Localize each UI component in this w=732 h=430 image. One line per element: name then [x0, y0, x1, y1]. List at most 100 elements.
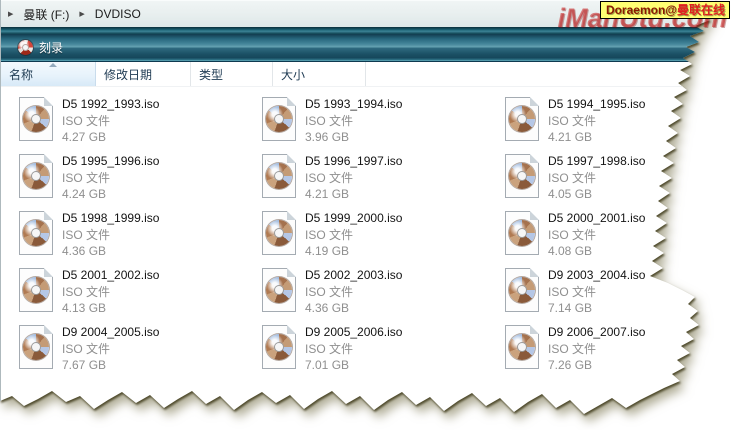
file-name: D5 1997_1998.iso	[548, 153, 645, 170]
uploader-label-prefix: Doraemon@	[606, 3, 677, 17]
file-size: 4.21 GB	[305, 186, 402, 202]
iso-file-icon	[19, 268, 53, 312]
file-meta: D5 1992_1993.iso ISO 文件 4.27 GB	[62, 96, 159, 145]
file-type: ISO 文件	[62, 113, 159, 129]
disc-icon	[23, 277, 49, 303]
file-item[interactable]: D9 2006_2007.iso ISO 文件 7.26 GB	[501, 322, 732, 379]
file-type: ISO 文件	[305, 227, 402, 243]
burn-button-label: 刻录	[39, 39, 63, 56]
file-name: D5 2002_2003.iso	[305, 267, 402, 284]
file-name: D5 2000_2001.iso	[548, 210, 645, 227]
file-item[interactable]: D5 1994_1995.iso ISO 文件 4.21 GB	[501, 94, 732, 151]
file-meta: D5 1995_1996.iso ISO 文件 4.24 GB	[62, 153, 159, 202]
explorer-window: ▶ 曼联 (F:) ▶ DVDISO 刻录 名称	[0, 0, 732, 430]
divider-band	[1, 27, 732, 34]
breadcrumb-folder[interactable]: DVDISO	[92, 5, 144, 23]
file-item[interactable]: D5 2002_2003.iso ISO 文件 4.36 GB	[258, 265, 501, 322]
file-type: ISO 文件	[548, 284, 645, 300]
file-size: 4.24 GB	[62, 186, 159, 202]
file-type: ISO 文件	[305, 284, 402, 300]
disc-icon	[23, 334, 49, 360]
iso-file-icon	[19, 97, 53, 141]
file-size: 7.14 GB	[548, 300, 645, 316]
disc-icon	[266, 277, 292, 303]
file-item[interactable]: D5 1992_1993.iso ISO 文件 4.27 GB	[15, 94, 258, 151]
torn-page-shadow: ▶ 曼联 (F:) ▶ DVDISO 刻录 名称	[0, 0, 732, 430]
uploader-label: Doraemon@曼联在线	[600, 1, 730, 19]
disc-icon	[509, 334, 535, 360]
sort-ascending-icon	[49, 63, 57, 67]
file-item[interactable]: D9 2005_2006.iso ISO 文件 7.01 GB	[258, 322, 501, 379]
breadcrumb-drive[interactable]: 曼联 (F:)	[20, 4, 72, 25]
file-item[interactable]: D5 1998_1999.iso ISO 文件 4.36 GB	[15, 208, 258, 265]
file-meta: D5 2000_2001.iso ISO 文件 4.08 GB	[548, 210, 645, 259]
file-type: ISO 文件	[305, 170, 402, 186]
disc-icon	[266, 220, 292, 246]
file-size: 4.36 GB	[62, 243, 159, 259]
file-meta: D5 2001_2002.iso ISO 文件 4.13 GB	[62, 267, 159, 316]
disc-icon	[509, 277, 535, 303]
iso-file-icon	[262, 97, 296, 141]
file-grid: D5 1992_1993.iso ISO 文件 4.27 GB D5 1993_…	[1, 87, 732, 379]
iso-file-icon	[505, 211, 539, 255]
column-header-label: 修改日期	[104, 66, 152, 83]
iso-file-icon	[262, 325, 296, 369]
column-header-label: 类型	[199, 66, 223, 83]
file-type: ISO 文件	[305, 341, 402, 357]
file-meta: D9 2003_2004.iso ISO 文件 7.14 GB	[548, 267, 645, 316]
file-size: 4.08 GB	[548, 243, 645, 259]
iso-file-icon	[19, 211, 53, 255]
file-size: 4.05 GB	[548, 186, 645, 202]
column-header-type[interactable]: 类型	[191, 62, 273, 86]
disc-icon	[266, 334, 292, 360]
file-meta: D5 1997_1998.iso ISO 文件 4.05 GB	[548, 153, 645, 202]
file-type: ISO 文件	[548, 227, 645, 243]
disc-icon	[23, 220, 49, 246]
file-item[interactable]: D5 1995_1996.iso ISO 文件 4.24 GB	[15, 151, 258, 208]
file-name: D5 1999_2000.iso	[305, 210, 402, 227]
file-item[interactable]: D5 2001_2002.iso ISO 文件 4.13 GB	[15, 265, 258, 322]
file-size: 7.01 GB	[305, 357, 402, 373]
file-item[interactable]: D5 1999_2000.iso ISO 文件 4.19 GB	[258, 208, 501, 265]
column-header-date-modified[interactable]: 修改日期	[96, 62, 191, 86]
file-name: D9 2004_2005.iso	[62, 324, 159, 341]
torn-page: ▶ 曼联 (F:) ▶ DVDISO 刻录 名称	[0, 0, 732, 430]
iso-file-icon	[505, 268, 539, 312]
column-header-size[interactable]: 大小	[273, 62, 366, 86]
file-item[interactable]: D5 1996_1997.iso ISO 文件 4.21 GB	[258, 151, 501, 208]
file-meta: D9 2005_2006.iso ISO 文件 7.01 GB	[305, 324, 402, 373]
file-item[interactable]: D9 2004_2005.iso ISO 文件 7.67 GB	[15, 322, 258, 379]
file-size: 3.96 GB	[305, 129, 402, 145]
file-meta: D9 2006_2007.iso ISO 文件 7.26 GB	[548, 324, 645, 373]
column-header-row: 名称 修改日期 类型 大小	[1, 62, 732, 87]
file-item[interactable]: D5 1997_1998.iso ISO 文件 4.05 GB	[501, 151, 732, 208]
breadcrumb-arrow-icon: ▶	[8, 11, 13, 18]
file-type: ISO 文件	[305, 113, 402, 129]
file-meta: D9 2004_2005.iso ISO 文件 7.67 GB	[62, 324, 159, 373]
file-name: D5 2001_2002.iso	[62, 267, 159, 284]
iso-file-icon	[262, 154, 296, 198]
file-size: 4.13 GB	[62, 300, 159, 316]
disc-icon	[266, 106, 292, 132]
file-item[interactable]: D5 2000_2001.iso ISO 文件 4.08 GB	[501, 208, 732, 265]
file-meta: D5 1998_1999.iso ISO 文件 4.36 GB	[62, 210, 159, 259]
disc-icon	[509, 106, 535, 132]
file-name: D9 2006_2007.iso	[548, 324, 645, 341]
file-name: D9 2005_2006.iso	[305, 324, 402, 341]
column-header-name[interactable]: 名称	[1, 62, 96, 86]
iso-file-icon	[262, 268, 296, 312]
disc-icon	[266, 163, 292, 189]
iso-file-icon	[262, 211, 296, 255]
command-toolbar: 刻录	[1, 34, 732, 62]
file-name: D5 1994_1995.iso	[548, 96, 645, 113]
burn-button[interactable]: 刻录	[9, 36, 72, 59]
file-meta: D5 2002_2003.iso ISO 文件 4.36 GB	[305, 267, 402, 316]
file-type: ISO 文件	[548, 341, 645, 357]
disc-icon	[509, 163, 535, 189]
file-name: D9 2003_2004.iso	[548, 267, 645, 284]
file-item[interactable]: D5 1993_1994.iso ISO 文件 3.96 GB	[258, 94, 501, 151]
file-type: ISO 文件	[548, 170, 645, 186]
burn-disc-icon	[18, 40, 33, 55]
file-meta: D5 1999_2000.iso ISO 文件 4.19 GB	[305, 210, 402, 259]
file-item[interactable]: D9 2003_2004.iso ISO 文件 7.14 GB	[501, 265, 732, 322]
